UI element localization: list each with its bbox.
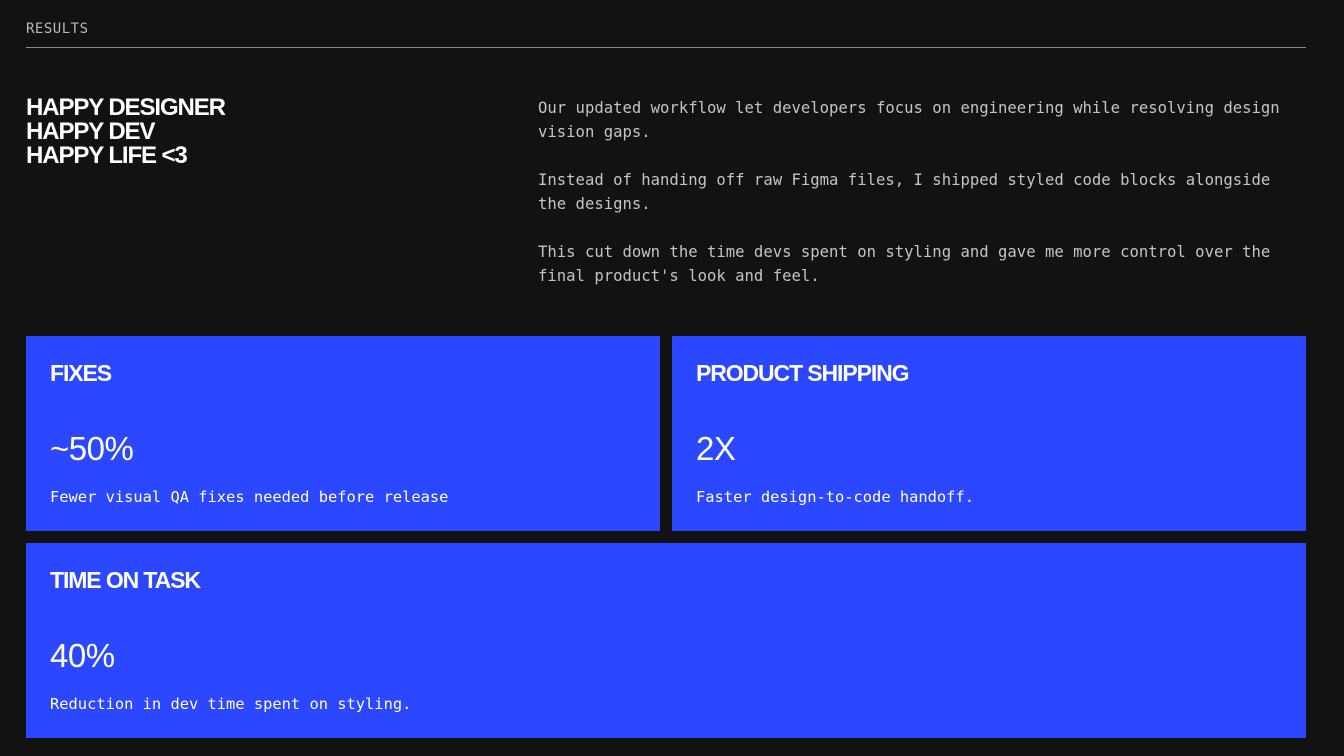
card-title: TIME ON TASK	[50, 567, 201, 593]
card-caption: Faster design-to-code handoff.	[696, 488, 974, 506]
description: Our updated workflow let developers focu…	[538, 96, 1306, 312]
headline: HAPPY DESIGNER HAPPY DEV HAPPY LIFE <3	[26, 96, 506, 168]
headline-line: HAPPY DEV	[26, 118, 155, 145]
section-label: RESULTS	[26, 21, 89, 37]
description-paragraph: This cut down the time devs spent on sty…	[538, 243, 1271, 285]
card-metric: ~50%	[50, 430, 134, 467]
description-paragraph: Instead of handing off raw Figma files, …	[538, 171, 1271, 213]
card-metric: 40%	[50, 637, 115, 674]
card-title: PRODUCT SHIPPING	[696, 360, 910, 386]
result-card-fixes: FIXES ~50% Fewer visual QA fixes needed …	[26, 336, 660, 531]
headline-line: HAPPY LIFE <3	[26, 142, 188, 169]
card-title: FIXES	[50, 360, 112, 386]
headline-line: HAPPY DESIGNER	[26, 94, 226, 121]
section-divider	[26, 47, 1306, 48]
card-metric: 2X	[696, 430, 736, 467]
result-card-product-shipping: PRODUCT SHIPPING 2X Faster design-to-cod…	[672, 336, 1306, 531]
card-caption: Reduction in dev time spent on styling.	[50, 695, 412, 713]
card-caption: Fewer visual QA fixes needed before rele…	[50, 488, 449, 506]
description-paragraph: Our updated workflow let developers focu…	[538, 99, 1280, 141]
result-card-time-on-task: TIME ON TASK 40% Reduction in dev time s…	[26, 543, 1306, 738]
